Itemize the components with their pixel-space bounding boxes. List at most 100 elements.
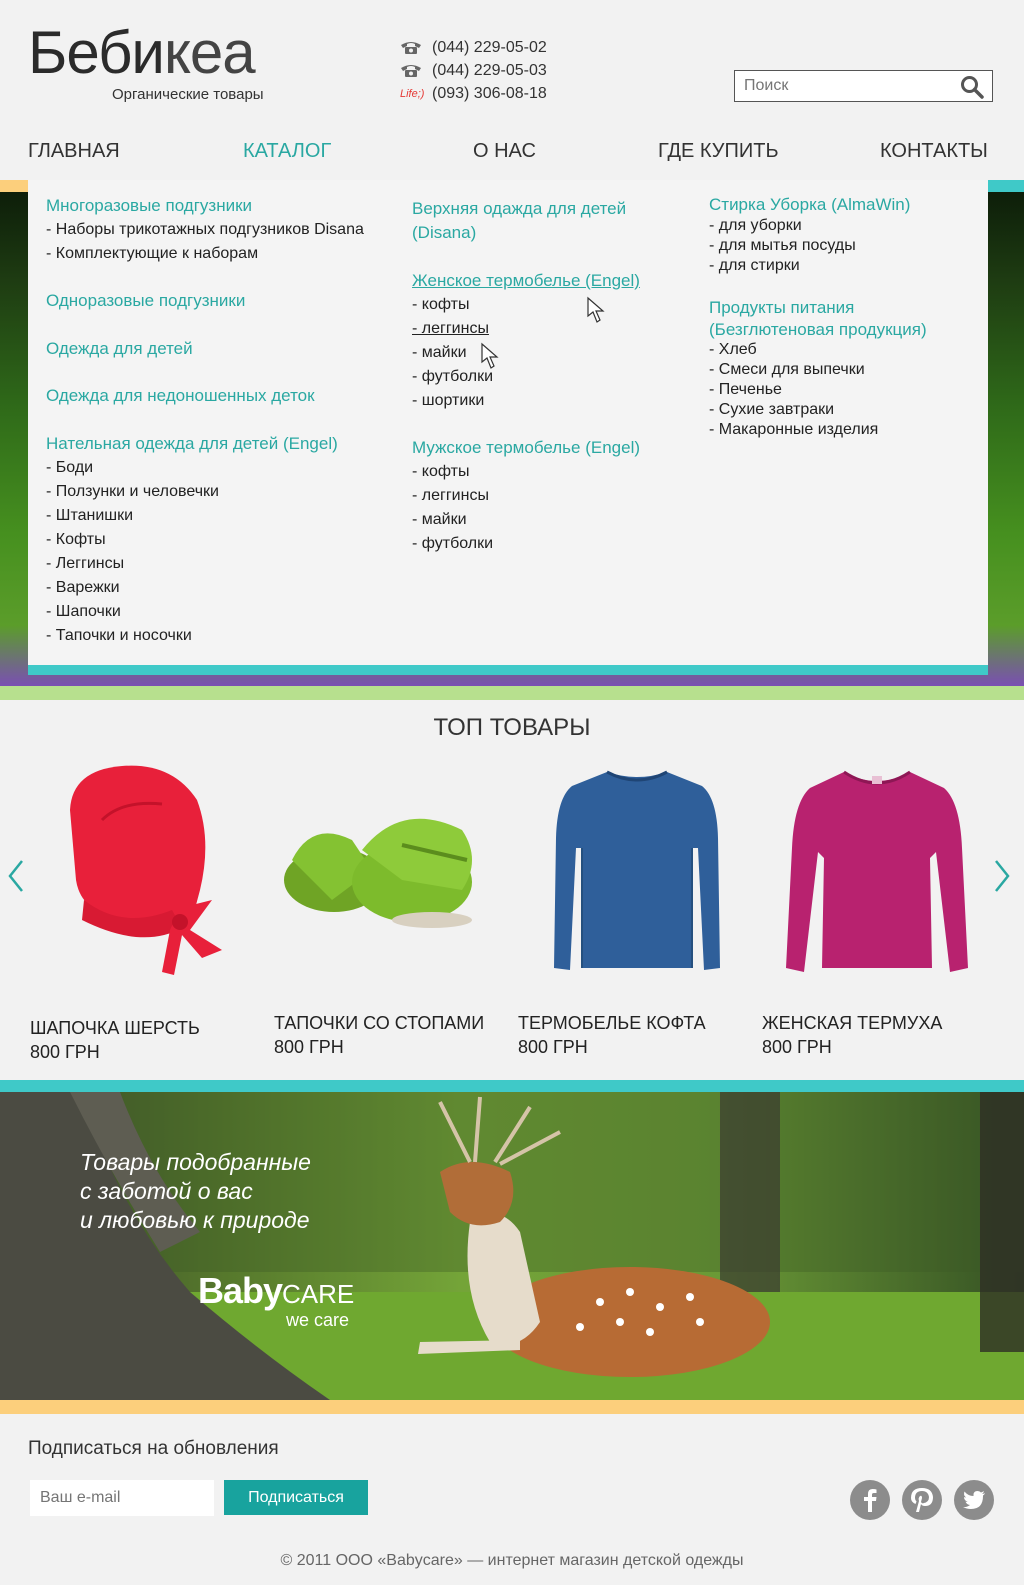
slogan-line: с заботой о вас (80, 1178, 253, 1204)
catalog-category-link[interactable]: Продукты питания (709, 297, 854, 319)
catalog-subcategory-link[interactable]: - шортики (412, 389, 484, 413)
subscribe-button[interactable]: Подписаться (224, 1480, 368, 1515)
product-name[interactable]: ЖЕНСКАЯ ТЕРМУХА (762, 1013, 942, 1034)
nav-item-home[interactable]: ГЛАВНАЯ (28, 140, 120, 163)
catalog-subcategory-link[interactable]: - Сухие завтраки (709, 400, 834, 420)
site-logo[interactable]: Бебикеа Органические товары (28, 18, 264, 103)
catalog-subcategory-link[interactable]: - Тапочки и носочки (46, 624, 192, 648)
catalog-subcategory-link[interactable]: - кофты (412, 293, 470, 317)
nav-item-where-to-buy[interactable]: ГДЕ КУПИТЬ (658, 140, 779, 163)
search-icon[interactable] (960, 75, 984, 99)
catalog-subcategory-link[interactable]: - Штанишки (46, 504, 133, 528)
accent-bar-yellow (0, 180, 28, 192)
catalog-subcategory-link[interactable]: - Наборы трикотажных подгузников Disana (46, 218, 364, 242)
catalog-category-link[interactable]: Мужское термобелье (Engel) (412, 436, 640, 460)
mouse-cursor-icon (586, 296, 608, 331)
product-price: 800 ГРН (762, 1037, 832, 1057)
catalog-subcategory-link[interactable]: - Варежки (46, 576, 120, 600)
section-title: ТОП ТОВАРЫ (433, 714, 591, 741)
catalog-subcategory-link[interactable]: - леггинсы (412, 317, 489, 341)
email-field[interactable] (30, 1480, 214, 1516)
catalog-subcategory-link[interactable]: - Хлеб (709, 340, 757, 360)
pinterest-icon[interactable] (902, 1480, 942, 1520)
main-nav: ГЛАВНАЯ КАТАЛОГ О НАС ГДЕ КУПИТЬ КОНТАКТ… (0, 136, 1024, 180)
carousel-next-icon[interactable] (992, 858, 1012, 894)
banner-illustration (0, 1092, 1024, 1400)
brand-care: CARE (282, 1279, 355, 1309)
catalog-category-link[interactable]: Верхняя одажда для детей (412, 197, 626, 221)
product-price: 800 ГРН (30, 1042, 100, 1062)
catalog-subcategory-link[interactable]: - футболки (412, 532, 493, 556)
catalog-category-link[interactable]: Женское термобелье (Engel) (412, 269, 640, 293)
banner-slogan: Товары подобранные с заботой о вас и люб… (80, 1148, 311, 1235)
facebook-icon[interactable] (850, 1480, 890, 1520)
product-name[interactable]: ШАПОЧКА ШЕРСТЬ (30, 1018, 200, 1039)
search-box (734, 70, 993, 102)
product-image-wool-hat[interactable] (62, 760, 232, 982)
babycare-logo: BabyCARE we care (198, 1270, 355, 1330)
copyright-text: © 2011 ООО «Babycare» — интернет магазин… (280, 1552, 744, 1569)
product-name[interactable]: ТАПОЧКИ СО СТОПАМИ (274, 1013, 484, 1034)
product-image-slippers[interactable] (282, 800, 488, 934)
catalog-category-link[interactable]: Одежда для недоношенных деток (46, 384, 315, 408)
catalog-category-link-line2[interactable]: (Безглютеновая продукция) (709, 319, 927, 341)
product-image-womens-thermal[interactable] (784, 768, 970, 982)
product-image-thermal-top[interactable] (552, 768, 722, 982)
catalog-category-link[interactable]: Одноразовые подгузники (46, 289, 245, 313)
phone-number[interactable]: (044) 229-05-03 (432, 62, 547, 80)
nav-item-about[interactable]: О НАС (473, 140, 536, 163)
catalog-category-link[interactable]: Стирка Уборка (AlmaWin) (709, 194, 910, 216)
telephone-icon (400, 64, 422, 78)
phone-item: Life;) (093) 306-08-18 (400, 82, 547, 105)
life-operator-label: Life;) (400, 87, 425, 100)
phone-number[interactable]: (093) 306-08-18 (432, 85, 547, 103)
catalog-subcategory-link[interactable]: - Комплектующие к наборам (46, 242, 258, 266)
catalog-subcategory-link[interactable]: - Печенье (709, 380, 782, 400)
twitter-icon[interactable] (954, 1480, 994, 1520)
catalog-category-link-line2[interactable]: (Disana) (412, 221, 476, 245)
mouse-cursor-icon (480, 342, 502, 377)
catalog-subcategory-link[interactable]: - Кофты (46, 528, 106, 552)
carousel-prev-icon[interactable] (6, 858, 26, 894)
catalog-subcategory-link[interactable]: - кофты (412, 460, 470, 484)
phone-number[interactable]: (044) 229-05-02 (432, 39, 547, 57)
promo-banner (0, 1092, 1024, 1400)
logo-text: Бебикеа (28, 19, 256, 86)
catalog-subcategory-link[interactable]: - Ползунки и человечки (46, 480, 219, 504)
nav-item-contacts[interactable]: КОНТАКТЫ (880, 140, 988, 163)
brand-tagline: we care (286, 1310, 350, 1330)
catalog-subcategory-link[interactable]: - майки (412, 508, 467, 532)
search-input[interactable] (735, 71, 945, 101)
subscribe-title: Подписаться на обновления (28, 1438, 279, 1459)
product-name[interactable]: ТЕРМОБЕЛЬЕ КОФТА (518, 1013, 706, 1034)
slogan-line: Товары подобранные (80, 1149, 311, 1175)
catalog-subcategory-link[interactable]: - для стирки (709, 256, 800, 276)
catalog-subcategory-link[interactable]: - Макаронные изделия (709, 420, 878, 440)
catalog-subcategory-link[interactable]: - Леггинсы (46, 552, 124, 576)
catalog-subcategory-link[interactable]: - Шапочки (46, 600, 121, 624)
product-price: 800 ГРН (518, 1037, 588, 1057)
catalog-category-link[interactable]: Нательная одежда для детей (Engel) (46, 432, 338, 456)
phone-list: (044) 229-05-02 (044) 229-05-03 Life;) (… (400, 36, 547, 105)
catalog-subcategory-link[interactable]: - Смеси для выпечки (709, 360, 865, 380)
accent-bar-teal (988, 180, 1024, 192)
phone-item: (044) 229-05-02 (400, 36, 547, 59)
logo-tagline: Органические товары (112, 86, 264, 103)
catalog-subcategory-link[interactable]: - майки (412, 341, 467, 365)
brand-baby: Baby (198, 1270, 283, 1311)
accent-bar-teal (0, 1080, 1024, 1092)
slogan-line: и любовью к природе (80, 1207, 310, 1233)
catalog-subcategory-link[interactable]: - леггинсы (412, 484, 489, 508)
accent-bar-green (0, 686, 1024, 700)
catalog-category-link[interactable]: Многоразовые подгузники (46, 194, 252, 218)
product-price: 800 ГРН (274, 1037, 344, 1057)
telephone-icon (400, 41, 422, 55)
phone-item: (044) 229-05-03 (400, 59, 547, 82)
catalog-category-link[interactable]: Одежда для детей (46, 337, 193, 361)
accent-bar-yellow (0, 1400, 1024, 1414)
catalog-subcategory-link[interactable]: - для мытья посуды (709, 236, 856, 256)
catalog-subcategory-link[interactable]: - Боди (46, 456, 93, 480)
catalog-dropdown: Многоразовые подгузники - Наборы трикота… (28, 180, 988, 675)
catalog-subcategory-link[interactable]: - для уборки (709, 216, 802, 236)
nav-item-catalog[interactable]: КАТАЛОГ (243, 140, 331, 163)
